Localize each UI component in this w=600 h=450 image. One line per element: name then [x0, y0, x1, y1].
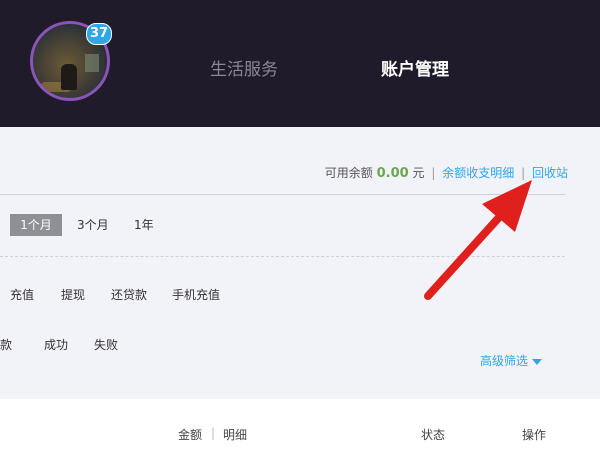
balance-label: 可用余额 — [324, 166, 373, 180]
tab-account-management[interactable]: 账户管理 — [381, 55, 449, 80]
column-header-separator: | — [211, 426, 216, 440]
filter-1-year[interactable]: 1年 — [134, 216, 154, 233]
filter-status-refund-label: 退款 — [0, 338, 13, 352]
column-header-amount: 金额 — [178, 428, 203, 442]
avatar-photo-window — [85, 54, 99, 72]
filter-status-success[interactable]: 成功 — [44, 336, 68, 353]
column-header-status: 状态 — [421, 428, 446, 442]
tab-life-services[interactable]: 生活服务 — [210, 55, 278, 80]
separator: | — [521, 166, 526, 180]
filter-type-loan-repayment[interactable]: 还贷款 — [111, 286, 147, 303]
divider — [0, 194, 565, 195]
filter-status-failed[interactable]: 失败 — [94, 336, 118, 353]
filter-type-withdraw[interactable]: 提现 — [61, 286, 85, 303]
filter-3-months[interactable]: 3个月 — [77, 216, 109, 233]
advanced-filter-label: 高级筛选 — [480, 354, 529, 368]
filter-type-recharge[interactable]: 充值 — [10, 286, 34, 303]
recycle-bin-link[interactable]: 回收站 — [532, 166, 568, 180]
balance-details-link[interactable]: 余额收支明细 — [442, 166, 514, 180]
notification-count-badge[interactable]: 37 — [86, 23, 112, 45]
separator: | — [431, 166, 436, 180]
advanced-filter-button[interactable]: 高级筛选 — [480, 352, 543, 369]
avatar-photo-figure — [61, 64, 77, 90]
balance-row: 可用余额 0.00 元 | 余额收支明细 | 回收站 — [325, 164, 568, 181]
column-header-action: 操作 — [522, 428, 547, 442]
top-header-bar: 37 生活服务 账户管理 — [0, 0, 600, 127]
filter-type-mobile-recharge[interactable]: 手机充值 — [172, 286, 220, 303]
filter-status-refund[interactable]: 退款 — [0, 336, 12, 353]
column-header-detail: 明细 — [223, 428, 248, 442]
balance-amount: 0.00 — [376, 166, 409, 181]
filter-1-month[interactable]: 1个月 — [10, 214, 62, 236]
caret-down-icon — [532, 358, 543, 365]
dashed-divider — [0, 256, 565, 257]
balance-unit: 元 — [412, 166, 425, 180]
